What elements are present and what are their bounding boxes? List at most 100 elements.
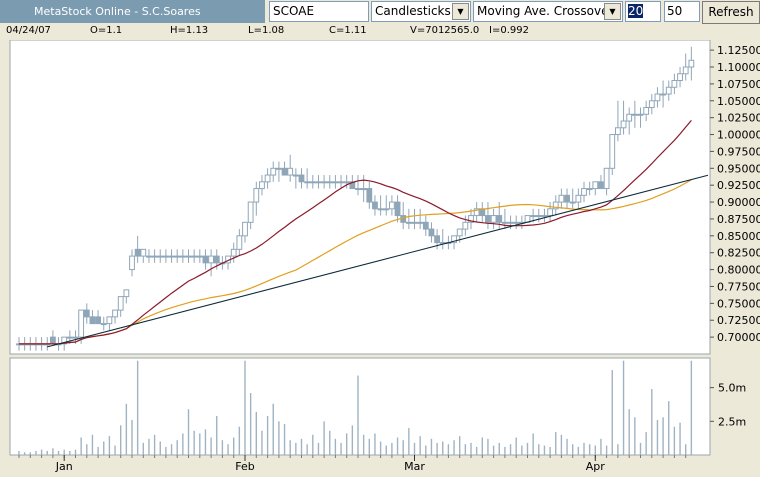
price-tick-label: 0.95000 — [717, 162, 760, 175]
candle-up — [620, 120, 627, 129]
candle-down — [485, 215, 491, 223]
candle-up — [112, 309, 118, 318]
candle-up — [157, 255, 164, 258]
candle-up — [360, 188, 367, 191]
candle-up — [326, 181, 333, 184]
candle-up — [106, 316, 113, 325]
candle-down — [83, 309, 90, 318]
candle-down — [298, 174, 305, 183]
price-tick-label: 1.00000 — [717, 129, 760, 142]
candle-up — [383, 208, 390, 211]
candle-up — [259, 181, 265, 190]
price-tick-label: 0.82500 — [717, 247, 760, 260]
price-tick-label: 0.92500 — [717, 179, 760, 192]
candle-up — [230, 248, 237, 257]
price-tick-label: 0.80000 — [717, 264, 760, 277]
candle-up — [502, 221, 508, 224]
candle-down — [422, 221, 429, 230]
candle-up — [321, 181, 328, 184]
candle-up — [208, 255, 214, 264]
quote-open: O=1.1 — [90, 25, 123, 36]
candle-up — [247, 201, 254, 223]
candle-down — [134, 248, 141, 257]
quote-high: H=1.13 — [170, 25, 209, 36]
candle-up — [530, 215, 537, 218]
candle-down — [95, 316, 101, 325]
indicator-select[interactable]: Moving Ave. Crossover ▼ — [473, 1, 623, 22]
candle-up — [411, 221, 418, 224]
candle-down — [366, 188, 373, 203]
chart-type-value: Candlesticks — [375, 4, 451, 18]
candle-up — [179, 255, 186, 258]
candle-up — [547, 208, 554, 217]
price-tick-label: 0.72500 — [717, 314, 760, 327]
candle-up — [648, 100, 655, 109]
symbol-input[interactable]: SCOAE — [269, 1, 369, 22]
slow-period-input[interactable]: 50 — [664, 1, 700, 22]
candle-up — [315, 181, 322, 184]
candle-down — [428, 228, 435, 237]
candle-up — [671, 80, 678, 88]
indicator-value: Moving Ave. Crossover — [477, 4, 614, 18]
candle-up — [665, 86, 672, 95]
date-tick-label: Mar — [404, 460, 425, 473]
candle-up — [78, 309, 85, 338]
price-tick-label: 1.02500 — [717, 112, 760, 125]
candle-up — [637, 113, 644, 116]
candle-down — [372, 201, 378, 210]
candle-down — [89, 316, 96, 325]
candle-up — [490, 215, 497, 223]
candle-up — [682, 66, 689, 75]
candle-up — [146, 255, 152, 258]
candle-up — [168, 255, 175, 258]
candle-up — [196, 255, 203, 258]
price-tick-label: 0.75000 — [717, 297, 760, 310]
volume-panel — [9, 357, 711, 456]
candle-up — [253, 188, 260, 203]
quote-close: C=1.11 — [329, 25, 367, 36]
candle-up — [609, 134, 616, 169]
price-tick-label: 0.90000 — [717, 196, 760, 209]
candle-up — [236, 235, 243, 250]
candle-up — [507, 221, 514, 224]
fast-period-value: 20 — [628, 4, 644, 18]
candle-up — [332, 181, 339, 184]
candle-up — [654, 93, 661, 102]
candle-up — [123, 289, 130, 298]
candle-up — [185, 255, 192, 258]
candle-down — [394, 201, 401, 217]
candle-up — [270, 167, 277, 176]
candle-up — [66, 336, 73, 339]
chevron-down-icon[interactable]: ▼ — [452, 3, 469, 20]
candle-down — [202, 255, 209, 264]
price-tick-label: 0.87500 — [717, 213, 760, 226]
candle-up — [264, 174, 271, 183]
candle-down — [564, 194, 570, 203]
candle-down — [213, 255, 220, 264]
candle-up — [575, 194, 582, 203]
refresh-button[interactable]: Refresh — [702, 1, 760, 24]
candle-up — [163, 255, 169, 258]
candle-up — [309, 181, 316, 184]
metastock-app: MetaStock Online - S.C.Soares SCOAE Cand… — [0, 0, 760, 477]
date-tick-label: Jan — [55, 460, 73, 473]
volume-tick-label: 2.5m — [718, 415, 746, 428]
candle-up — [603, 167, 610, 190]
date-tick-label: Feb — [235, 460, 254, 473]
candle-up — [535, 215, 542, 218]
candle-up — [100, 323, 107, 326]
chevron-down-icon[interactable]: ▼ — [604, 3, 621, 20]
candle-up — [660, 93, 667, 96]
chart-type-select[interactable]: Candlesticks ▼ — [371, 1, 471, 22]
candle-up — [140, 248, 147, 257]
toolbar: MetaStock Online - S.C.Soares SCOAE Cand… — [0, 0, 760, 24]
fast-period-input[interactable]: 20 — [625, 1, 661, 22]
candle-up — [191, 255, 198, 258]
candle-up — [615, 127, 621, 136]
date-tick-label: Apr — [586, 460, 606, 473]
candle-up — [626, 113, 633, 122]
window-title: MetaStock Online - S.C.Soares — [0, 0, 265, 23]
price-chart[interactable]: 1.12500 1.10000 1.07500 1.05000 1.02500 1.000… — [0, 40, 760, 477]
candle-up — [129, 255, 135, 271]
candle-down — [281, 167, 288, 176]
